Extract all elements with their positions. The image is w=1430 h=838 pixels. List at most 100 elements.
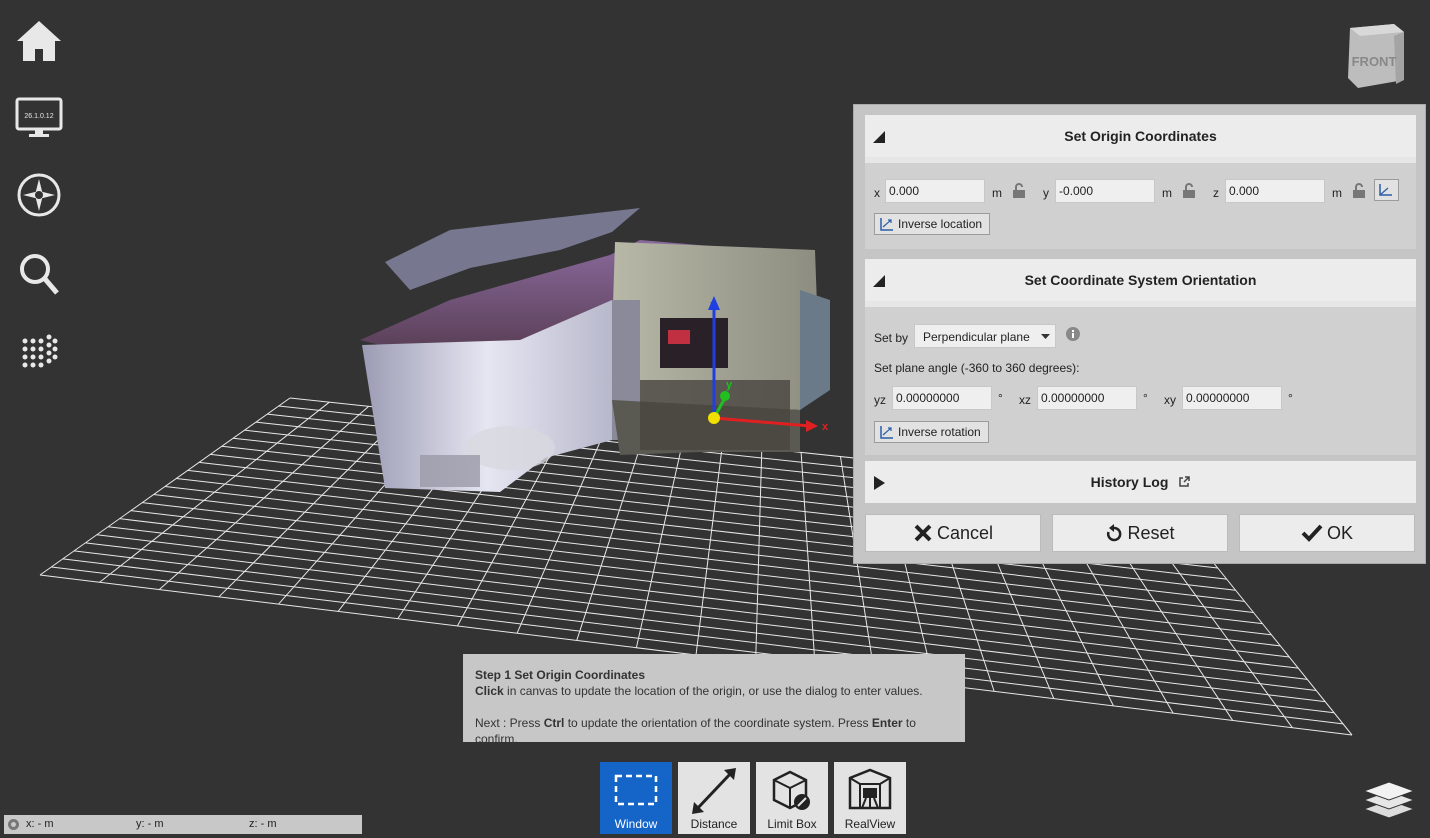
xy-angle-input[interactable]: 0.00000000	[1182, 386, 1282, 410]
chevron-down-icon	[1041, 334, 1050, 339]
window-tool-label: Window	[614, 817, 658, 831]
monitor-icon: 26.1.0.12	[15, 97, 63, 137]
set-by-value: Perpendicular plane	[923, 330, 1030, 344]
nav-cube-face-label: FRONT	[1352, 54, 1397, 69]
xz-degree: °	[1143, 391, 1148, 405]
xz-label: xz	[1019, 393, 1031, 407]
origin-section-title: Set Origin Coordinates	[1064, 128, 1217, 144]
inverse-rotation-label: Inverse rotation	[898, 425, 981, 439]
set-by-label: Set by	[874, 331, 909, 345]
z-label: z	[1213, 186, 1219, 200]
origin-z-input[interactable]: 0.000	[1225, 179, 1325, 203]
y-axis-label: y	[726, 379, 733, 391]
reset-icon	[1107, 524, 1122, 542]
orientation-section-header[interactable]: Set Coordinate System Orientation	[865, 259, 1416, 301]
hint-ctrl-key: Ctrl	[543, 716, 565, 730]
x-unit: m	[992, 186, 1002, 200]
hint-enter-key: Enter	[871, 716, 903, 730]
realview-tool-label: RealView	[844, 817, 896, 831]
nav-cube[interactable]: FRONT	[1344, 22, 1406, 90]
limit-box-tool-label: Limit Box	[767, 817, 817, 831]
compass-button[interactable]	[14, 170, 64, 220]
search-icon	[20, 254, 59, 295]
hint-title: Step 1 Set Origin Coordinates	[475, 668, 646, 682]
yz-degree: °	[998, 391, 1003, 405]
collapse-triangle-icon	[873, 131, 885, 143]
unlock-icon[interactable]	[1352, 183, 1366, 199]
status-z: z: - m	[249, 818, 277, 830]
yz-angle-input[interactable]: 0.00000000	[892, 386, 992, 410]
realview-tool-button[interactable]: RealView	[834, 762, 906, 834]
monitor-button[interactable]: 26.1.0.12	[14, 92, 64, 142]
realview-icon	[848, 768, 892, 810]
home-button[interactable]	[14, 16, 64, 66]
hint-line-2: Next : Press Ctrl to update the orientat…	[475, 715, 953, 747]
inverse-location-button[interactable]: Inverse location	[874, 213, 990, 235]
history-log-title: History Log	[1090, 474, 1169, 490]
axes-icon	[1379, 184, 1392, 196]
reset-button[interactable]: Reset	[1052, 514, 1228, 552]
window-select-icon	[614, 774, 658, 806]
point-grid-button[interactable]	[14, 326, 64, 376]
inverse-icon	[880, 218, 893, 231]
window-tool-button[interactable]: Window	[600, 762, 672, 834]
distance-tool-label: Distance	[690, 817, 738, 831]
coordinate-status-bar: x: - m y: - m z: - m	[4, 815, 362, 834]
cancel-button[interactable]: Cancel	[865, 514, 1041, 552]
unlock-icon[interactable]	[1012, 183, 1026, 199]
inverse-location-label: Inverse location	[898, 217, 983, 231]
home-icon	[17, 21, 61, 61]
monitor-version-text: 26.1.0.12	[24, 113, 53, 120]
z-unit: m	[1332, 186, 1342, 200]
unlock-icon[interactable]	[1182, 183, 1196, 199]
close-icon	[914, 524, 932, 542]
globe-icon	[8, 819, 19, 830]
x-axis-label: x	[822, 421, 829, 433]
origin-section-body: x 0.000 m y -0.000 m z 0.000 m Inverse l…	[865, 157, 1416, 249]
status-x: x: - m	[26, 818, 54, 830]
inverse-icon	[880, 426, 893, 439]
hint-line-2-b: to update the orientation of the coordin…	[564, 716, 872, 730]
hint-line-1: Click in canvas to update the location o…	[475, 683, 953, 699]
xz-angle-input[interactable]: 0.00000000	[1037, 386, 1137, 410]
y-label: y	[1043, 186, 1049, 200]
point-grid-icon	[22, 334, 58, 368]
instruction-hint: Step 1 Set Origin Coordinates Click in c…	[463, 654, 965, 746]
info-icon[interactable]	[1066, 327, 1080, 341]
inverse-rotation-button[interactable]: Inverse rotation	[874, 421, 989, 443]
ok-button[interactable]: OK	[1239, 514, 1415, 552]
history-log-header[interactable]: History Log	[865, 461, 1416, 503]
y-unit: m	[1162, 186, 1172, 200]
check-icon	[1301, 524, 1323, 542]
status-y: y: - m	[136, 818, 164, 830]
yz-label: yz	[874, 393, 886, 407]
external-link-icon[interactable]	[1178, 476, 1191, 488]
coordinate-system-dialog: Set Origin Coordinates x 0.000 m y -0.00…	[853, 104, 1426, 564]
limit-box-icon	[772, 770, 810, 810]
expand-triangle-icon	[874, 476, 885, 490]
pick-axes-button[interactable]	[1374, 179, 1399, 201]
plane-angle-label: Set plane angle (-360 to 360 degrees):	[874, 361, 1080, 375]
orientation-section-body: Set by Perpendicular plane Set plane ang…	[865, 301, 1416, 455]
distance-tool-button[interactable]: Distance	[678, 762, 750, 834]
set-by-select[interactable]: Perpendicular plane	[914, 324, 1056, 348]
compass-icon	[17, 173, 61, 217]
collapse-triangle-icon	[873, 275, 885, 287]
reset-label: Reset	[1127, 522, 1175, 543]
xy-label: xy	[1164, 393, 1176, 407]
hint-click-word: Click	[475, 684, 504, 698]
layers-icon[interactable]	[1362, 778, 1416, 820]
xy-degree: °	[1288, 391, 1293, 405]
origin-section-header[interactable]: Set Origin Coordinates	[865, 115, 1416, 157]
ok-label: OK	[1326, 522, 1353, 543]
z-axis-label: z	[710, 299, 716, 311]
cancel-label: Cancel	[936, 522, 994, 543]
search-button[interactable]	[14, 248, 64, 298]
orientation-section-title: Set Coordinate System Orientation	[1024, 272, 1257, 288]
origin-y-input[interactable]: -0.000	[1055, 179, 1155, 203]
hint-line-2-a: Next : Press	[475, 716, 544, 730]
distance-icon	[692, 768, 736, 814]
origin-x-input[interactable]: 0.000	[885, 179, 985, 203]
limit-box-tool-button[interactable]: Limit Box	[756, 762, 828, 834]
x-label: x	[874, 186, 880, 200]
